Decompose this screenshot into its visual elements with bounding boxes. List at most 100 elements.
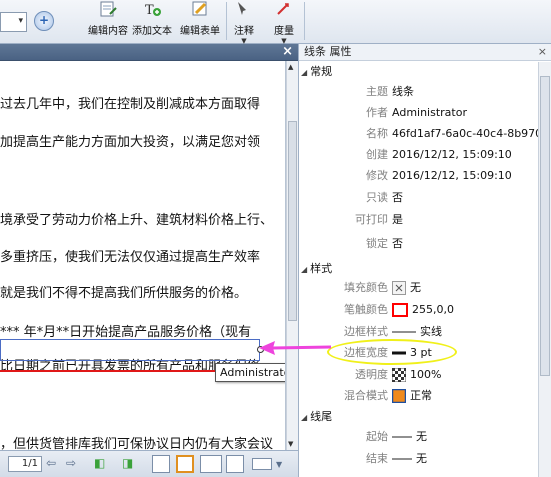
blend-mode-value: 正常	[410, 389, 432, 402]
scroll-down-icon[interactable]: ▼	[288, 440, 293, 448]
property-value[interactable]: Administrator	[392, 103, 542, 123]
property-key: 作者	[366, 106, 388, 119]
measure-icon	[277, 3, 289, 15]
document-text-line: 多重挤压，使我们无法仅仅通过提高生产效率	[0, 250, 261, 265]
property-row-readonly[interactable]: 只读 否	[299, 188, 538, 208]
edit-content-button[interactable]: 编辑内容	[86, 0, 130, 44]
property-row-line-end[interactable]: 结束 无	[299, 449, 538, 469]
property-key: 名称	[366, 127, 388, 140]
document-scrollbar[interactable]: ▲ ▼	[286, 61, 298, 450]
border-style-value: 实线	[420, 325, 442, 338]
grid-view-icon[interactable]	[226, 455, 244, 473]
property-row-stroke-color[interactable]: 笔触颜色 255,0,0	[299, 300, 538, 320]
property-row-subject[interactable]: 主题 线条	[299, 82, 538, 102]
previous-view-icon[interactable]: ◧	[94, 456, 105, 470]
property-row-created[interactable]: 创建 2016/12/12, 15:09:10	[299, 145, 538, 165]
edit-content-label: 编辑内容	[88, 26, 128, 37]
chevron-down-icon[interactable]: ▼	[276, 460, 282, 469]
properties-panel: 线条 属性 × ◢ 常规 主题 线条 作者 Administrator 名称 46…	[298, 44, 551, 477]
document-text-line: 就是我们不得不提高我们所供服务的价格。	[0, 286, 248, 301]
document-text-line: *** 年*月**日开始提高产品服务价格（现有	[0, 325, 252, 340]
property-row-fill-color[interactable]: 填充颜色 无	[299, 278, 538, 298]
property-key: 修改	[366, 169, 388, 182]
property-row-name[interactable]: 名称 46fd1af7-6a0c-40c4-8b970..	[299, 124, 542, 144]
continuous-view-icon[interactable]	[176, 455, 194, 473]
property-value[interactable]: 无	[392, 449, 542, 469]
section-label: 线尾	[310, 410, 333, 423]
close-icon[interactable]: ×	[538, 44, 547, 60]
properties-scrollbar[interactable]	[538, 62, 551, 477]
fill-color-value: 无	[410, 281, 421, 294]
measure-button[interactable]: 度量 ▼	[270, 0, 298, 45]
collapse-triangle-icon[interactable]: ◢	[301, 265, 307, 274]
annotation-label: 注释	[234, 26, 254, 37]
property-row-opacity[interactable]: 透明度 100%	[299, 365, 538, 385]
property-value[interactable]: 是	[392, 210, 542, 230]
next-view-icon[interactable]: ◨	[122, 456, 133, 470]
add-text-label: 添加文本	[132, 26, 172, 37]
close-icon[interactable]: ×	[282, 44, 293, 60]
toolbar-divider	[304, 2, 305, 40]
property-key: 结束	[366, 452, 388, 465]
blend-mode-swatch-icon	[392, 389, 406, 403]
section-line-end[interactable]: ◢ 线尾	[301, 408, 538, 425]
add-text-button[interactable]: T 添加文本	[130, 0, 174, 44]
status-bar: 1/1 ⇦ ⇨ ◧ ◨ ▼	[0, 450, 298, 477]
author-tooltip: Administrator	[215, 363, 285, 382]
annotation-button[interactable]: 注释 ▼	[230, 0, 258, 45]
property-value[interactable]: 正常	[392, 386, 542, 406]
no-fill-swatch-icon	[392, 281, 406, 295]
document-text-line: 过去几年中，我们在控制及削减成本方面取得	[0, 97, 261, 112]
property-row-line-start[interactable]: 起始 无	[299, 427, 538, 447]
scrollbar-thumb[interactable]	[540, 76, 550, 376]
add-text-icon: T	[145, 3, 161, 18]
property-value[interactable]: 255,0,0	[392, 300, 542, 320]
collapse-triangle-icon[interactable]: ◢	[301, 68, 307, 77]
callout-arrow-icon	[259, 341, 332, 355]
property-key: 起始	[366, 430, 388, 443]
zoom-combo[interactable]: ▾	[0, 12, 27, 32]
property-key: 可打印	[355, 213, 388, 226]
document-text-line: 加提高生产能力方面加大投资，以满足您对领	[0, 135, 261, 150]
property-value[interactable]: 无	[392, 427, 542, 447]
zoom-in-button[interactable]: +	[34, 11, 54, 31]
property-key: 笔触颜色	[344, 303, 388, 316]
property-value[interactable]: 否	[392, 234, 542, 254]
section-general[interactable]: ◢ 常规	[301, 63, 538, 80]
line-annotation-selection[interactable]	[0, 339, 260, 361]
property-row-locked[interactable]: 锁定 否	[299, 234, 538, 254]
collapse-triangle-icon[interactable]: ◢	[301, 413, 307, 422]
stroke-color-value: 255,0,0	[412, 303, 454, 316]
properties-title: 线条 属性	[304, 45, 352, 58]
opacity-checker-icon	[392, 368, 406, 382]
section-style[interactable]: ◢ 样式	[301, 260, 538, 277]
property-row-blend-mode[interactable]: 混合模式 正常	[299, 386, 538, 406]
line-start-value: 无	[416, 430, 427, 443]
property-value[interactable]: 100%	[392, 365, 542, 385]
scrollbar-thumb[interactable]	[288, 121, 297, 321]
property-key: 混合模式	[344, 389, 388, 402]
page-number-field[interactable]: 1/1	[8, 456, 42, 472]
next-page-icon[interactable]: ⇨	[66, 456, 76, 470]
property-value[interactable]: 线条	[392, 82, 542, 102]
fullscreen-view-icon[interactable]	[252, 458, 272, 470]
property-value[interactable]: 无	[392, 278, 542, 298]
edit-form-button[interactable]: 编辑表单	[178, 0, 222, 44]
document-canvas[interactable]: 过去几年中，我们在控制及削减成本方面取得 加提高生产能力方面加大投资，以满足您对…	[0, 61, 286, 450]
line-end-none-icon	[392, 436, 412, 438]
prev-page-icon[interactable]: ⇦	[46, 456, 56, 470]
property-value[interactable]: 否	[392, 188, 542, 208]
property-row-printable[interactable]: 可打印 是	[299, 210, 538, 230]
property-row-author[interactable]: 作者 Administrator	[299, 103, 538, 123]
facing-view-icon[interactable]	[200, 455, 222, 473]
ribbon-toolbar: ▾ + 编辑内容 T 添加文本 编辑表单 注释 ▼ 度量 ▼	[0, 0, 551, 45]
edit-form-icon	[192, 1, 207, 16]
opacity-value: 100%	[410, 368, 442, 381]
property-value[interactable]: 46fd1af7-6a0c-40c4-8b970..	[392, 124, 542, 144]
document-tab-bar: ×	[0, 44, 298, 61]
single-page-view-icon[interactable]	[152, 455, 170, 473]
scroll-up-icon[interactable]: ▲	[288, 63, 293, 71]
property-row-modified[interactable]: 修改 2016/12/12, 15:09:10	[299, 166, 538, 186]
line-end-value: 无	[416, 452, 427, 465]
property-key: 只读	[366, 191, 388, 204]
